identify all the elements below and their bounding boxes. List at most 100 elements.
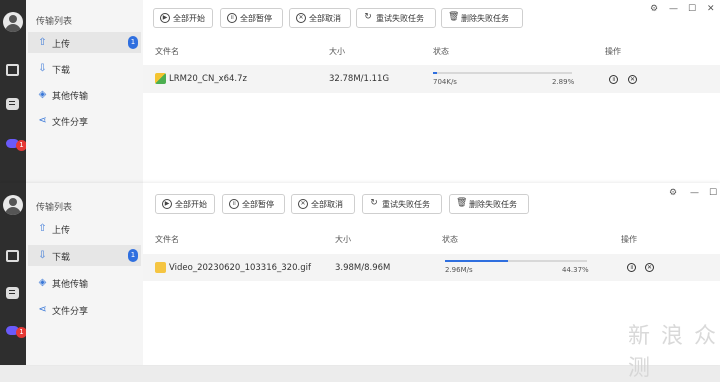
- avatar[interactable]: [3, 12, 23, 32]
- pause-all-label: 全部暂停: [240, 14, 272, 23]
- delete-failed-button[interactable]: 🗑 删除失败任务: [449, 194, 529, 214]
- upload-count-badge: 1: [128, 36, 138, 49]
- sidebar-item-label: 上传: [52, 226, 71, 236]
- cancel-all-button[interactable]: ✕ 全部取消: [289, 8, 351, 28]
- column-header-status: 状态: [442, 235, 458, 244]
- sidebar-item-label: 文件分享: [52, 118, 89, 128]
- cancel-all-label: 全部取消: [311, 200, 343, 209]
- sidebar-item-upload[interactable]: ⇧ 上传 1: [28, 32, 141, 53]
- cancel-icon: ✕: [296, 13, 306, 23]
- download-icon: ⇩: [38, 63, 47, 74]
- app-rail: 1: [0, 183, 27, 365]
- pause-all-button[interactable]: ॥ 全部暂停: [222, 194, 285, 214]
- sidebar: 传输列表 ⇧ 上传 1 ⇩ 下载 ◈ 其他传输 ⋖ 文件分享: [26, 0, 143, 185]
- sidebar-item-upload[interactable]: ⇧ 上传: [28, 218, 141, 239]
- share-icon: ⋖: [38, 304, 47, 315]
- column-header-name: 文件名: [155, 47, 179, 56]
- progress-bar: [433, 72, 572, 74]
- maximize-icon[interactable]: ☐: [688, 4, 696, 14]
- cancel-icon: ✕: [298, 199, 308, 209]
- sidebar-item-label: 其他传输: [52, 280, 89, 290]
- app-rail: 1: [0, 0, 27, 185]
- delete-failed-label: 删除失败任务: [461, 14, 509, 23]
- sidebar-title: 传输列表: [36, 203, 73, 213]
- download-count-badge: 1: [128, 249, 138, 262]
- pause-icon: ॥: [227, 13, 237, 23]
- sidebar-item-download[interactable]: ⇩ 下载 1: [28, 245, 141, 266]
- progress-fill: [445, 260, 508, 262]
- minimize-icon[interactable]: —: [690, 188, 699, 198]
- maximize-icon[interactable]: ☐: [709, 188, 717, 198]
- image-file-icon: [155, 262, 166, 273]
- download-icon: ⇩: [38, 250, 47, 261]
- sidebar-item-file-share[interactable]: ⋖ 文件分享: [28, 110, 141, 131]
- start-all-button[interactable]: ▶ 全部开始: [153, 8, 213, 28]
- sidebar: 传输列表 ⇧ 上传 ⇩ 下载 1 ◈ 其他传输 ⋖ 文件分享: [26, 183, 143, 365]
- share-icon: ⋖: [38, 115, 47, 126]
- files-icon[interactable]: [6, 64, 19, 76]
- delete-failed-label: 删除失败任务: [469, 200, 517, 209]
- play-icon: ▶: [160, 13, 170, 23]
- table-row[interactable]: LRM20_CN_x64.7z 32.78M/1.11G 704K/s 2.89…: [143, 65, 720, 93]
- table-row[interactable]: Video_20230620_103316_320.gif 3.98M/8.96…: [143, 254, 720, 281]
- sidebar-item-label: 文件分享: [52, 307, 89, 317]
- settings-icon[interactable]: ⚙: [669, 188, 677, 198]
- pause-all-button[interactable]: ॥ 全部暂停: [220, 8, 283, 28]
- files-icon[interactable]: [6, 250, 19, 262]
- minimize-icon[interactable]: —: [669, 4, 678, 14]
- other-transfer-icon: ◈: [38, 89, 47, 100]
- column-header-action: 操作: [605, 47, 621, 56]
- transfer-window-download: 1 传输列表 ⇧ 上传 ⇩ 下载 1 ◈ 其他传输 ⋖ 文件分享 ▶ 全部开始 …: [0, 183, 720, 365]
- retry-icon: ↻: [370, 198, 378, 208]
- file-name: Video_20230620_103316_320.gif: [169, 263, 311, 273]
- transfer-speed: 704K/s: [433, 78, 457, 86]
- delete-failed-button[interactable]: 🗑 删除失败任务: [441, 8, 523, 28]
- sidebar-item-file-share[interactable]: ⋖ 文件分享: [28, 299, 141, 320]
- file-size: 3.98M/8.96M: [335, 263, 391, 273]
- column-header-status: 状态: [433, 47, 449, 56]
- cancel-all-label: 全部取消: [309, 14, 341, 23]
- sidebar-title: 传输列表: [36, 17, 73, 27]
- cancel-icon[interactable]: ✕: [628, 75, 637, 84]
- transfer-panel: ▶ 全部开始 ॥ 全部暂停 ✕ 全部取消 ↻ 重试失败任务 🗑 删除失败任务 ⚙…: [143, 0, 720, 185]
- column-header-size: 大小: [329, 47, 345, 56]
- sidebar-item-label: 下载: [52, 66, 71, 76]
- column-header-name: 文件名: [155, 235, 179, 244]
- progress-percent: 2.89%: [552, 78, 575, 86]
- progress-bar: [445, 260, 587, 262]
- transfer-window-upload: 1 传输列表 ⇧ 上传 1 ⇩ 下载 ◈ 其他传输 ⋖ 文件分享 ▶ 全部开始 …: [0, 0, 720, 185]
- column-header-action: 操作: [621, 235, 637, 244]
- chat-icon[interactable]: [6, 287, 19, 299]
- pause-all-label: 全部暂停: [242, 200, 274, 209]
- trash-icon: 🗑: [448, 12, 460, 22]
- settings-icon[interactable]: ⚙: [650, 4, 658, 14]
- cancel-all-button[interactable]: ✕ 全部取消: [291, 194, 355, 214]
- sidebar-item-other-transfer[interactable]: ◈ 其他传输: [28, 272, 141, 293]
- progress-fill: [433, 72, 438, 74]
- chat-icon[interactable]: [6, 98, 19, 110]
- sidebar-item-download[interactable]: ⇩ 下载: [28, 58, 141, 79]
- other-transfer-icon: ◈: [38, 277, 47, 288]
- sidebar-item-label: 其他传输: [52, 92, 89, 102]
- retry-failed-label: 重试失败任务: [376, 14, 424, 23]
- start-all-label: 全部开始: [175, 200, 207, 209]
- sidebar-item-other-transfer[interactable]: ◈ 其他传输: [28, 84, 141, 105]
- cancel-icon[interactable]: ✕: [645, 263, 654, 272]
- pause-icon: ॥: [229, 199, 239, 209]
- avatar[interactable]: [3, 195, 23, 215]
- watermark: 新 浪 众 测: [628, 324, 718, 381]
- close-icon[interactable]: ✕: [707, 4, 715, 14]
- column-header-size: 大小: [335, 235, 351, 244]
- file-name: LRM20_CN_x64.7z: [169, 74, 248, 84]
- sidebar-item-label: 下载: [52, 253, 71, 263]
- upload-icon: ⇧: [38, 223, 47, 234]
- pause-icon[interactable]: ॥: [627, 263, 636, 272]
- pause-icon[interactable]: ॥: [609, 75, 618, 84]
- play-icon: ▶: [162, 199, 172, 209]
- retry-failed-button[interactable]: ↻ 重试失败任务: [362, 194, 442, 214]
- start-all-button[interactable]: ▶ 全部开始: [155, 194, 215, 214]
- sidebar-item-label: 上传: [52, 40, 71, 50]
- retry-failed-label: 重试失败任务: [382, 200, 430, 209]
- retry-failed-button[interactable]: ↻ 重试失败任务: [356, 8, 436, 28]
- progress-percent: 44.37%: [562, 266, 589, 274]
